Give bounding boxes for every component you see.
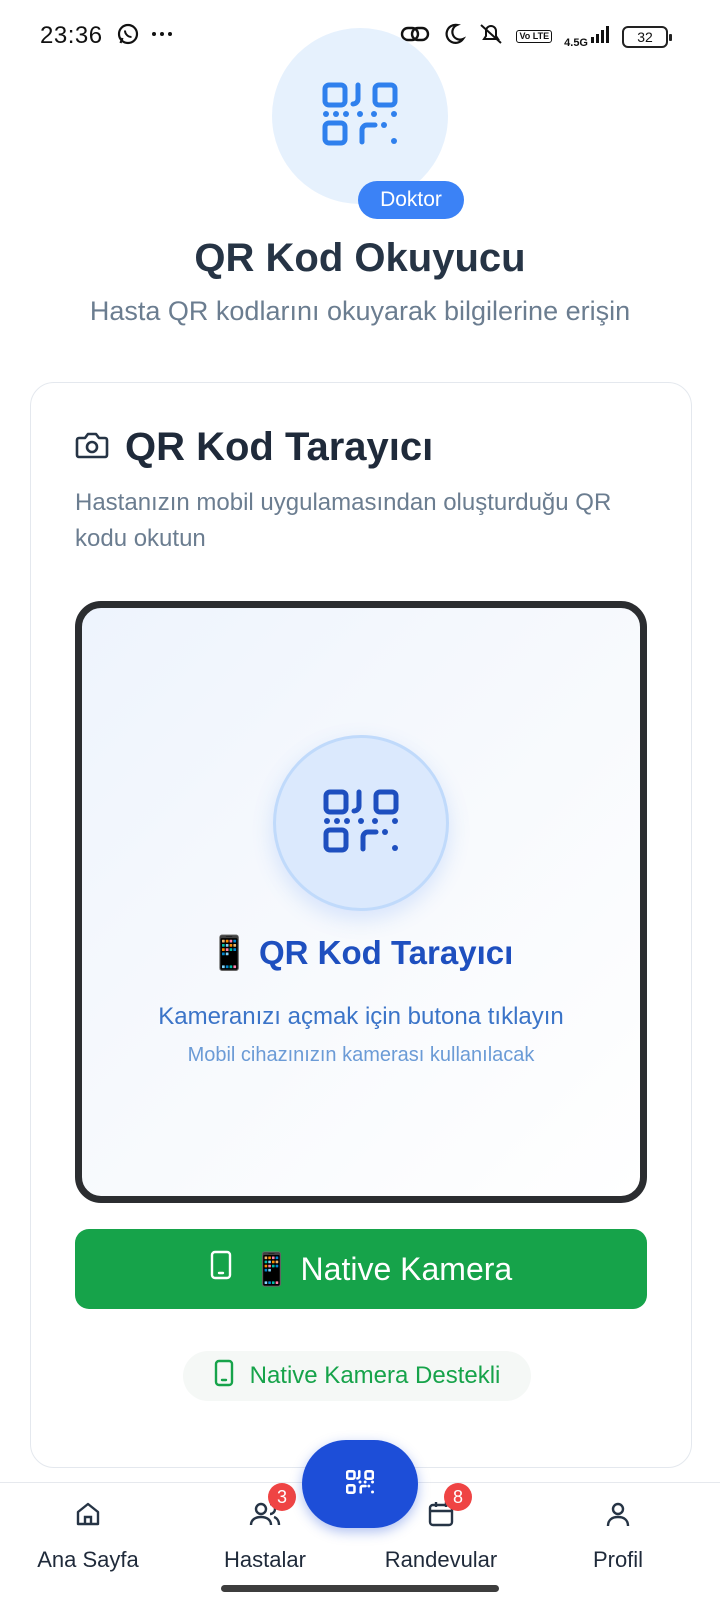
scanner-note: Mobil cihazınızın kamerası kullanılacak [187,1044,535,1066]
network-type: 4.5G [564,37,588,49]
qr-code-icon [345,1469,375,1500]
patients-count-badge: 3 [268,1483,296,1511]
scanner-frame[interactable]: 📱 QR Kod Tarayıcı Kameranızı açmak için … [75,601,647,1203]
calendar-icon: 8 [424,1483,472,1531]
more-dots-icon [150,22,174,51]
qr-code-icon [323,789,399,858]
card-title: QR Kod Tarayıcı [125,425,434,469]
scanner-title: 📱 QR Kod Tarayıcı [208,934,514,971]
home-indicator [221,1585,499,1592]
scanner-qr-circle [273,735,449,911]
appointments-count-badge: 8 [444,1483,472,1511]
qr-scanner-card: QR Kod Tarayıcı Hastanızın mobil uygulam… [30,382,692,1468]
mute-icon [478,22,504,51]
nav-item-profile[interactable]: Profil [538,1497,698,1573]
signal-icon [590,24,610,49]
camera-icon [75,430,109,465]
whatsapp-icon [116,22,140,51]
native-camera-label: 📱 Native Kamera [251,1251,513,1287]
volte-icon: Vo LTE [516,30,553,43]
user-icon [601,1497,635,1531]
moon-icon [442,22,467,51]
scanner-instruction: Kameranızı açmak için butona tıklayın [158,1003,564,1030]
nav-label: Randevular [384,1547,498,1572]
smartphone-icon [214,1359,234,1394]
qr-scan-fab[interactable] [302,1440,418,1528]
nav-item-home[interactable]: Ana Sayfa [8,1497,168,1573]
native-support-badge: Native Kamera Destekli [183,1351,531,1401]
qr-code-icon [322,82,398,151]
home-icon [71,1497,105,1531]
page-title: QR Kod Okuyucu [194,236,526,280]
page-subtitle: Hasta QR kodlarını okuyarak bilgilerine … [89,296,631,326]
card-description: Hastanızın mobil uygulamasından oluşturd… [75,489,612,552]
smartphone-icon [210,1250,232,1288]
native-camera-button[interactable]: 📱 Native Kamera [75,1229,647,1309]
status-time: 23:36 [40,22,103,49]
role-badge: Doktor [358,181,464,219]
nav-label: Ana Sayfa [37,1547,139,1572]
qr-avatar [272,28,448,204]
native-support-label: Native Kamera Destekli [249,1362,501,1389]
nav-label: Profil [592,1547,644,1572]
nav-label: Hastalar [224,1547,306,1572]
battery-icon: 32 [622,25,672,48]
users-icon: 3 [248,1483,296,1531]
